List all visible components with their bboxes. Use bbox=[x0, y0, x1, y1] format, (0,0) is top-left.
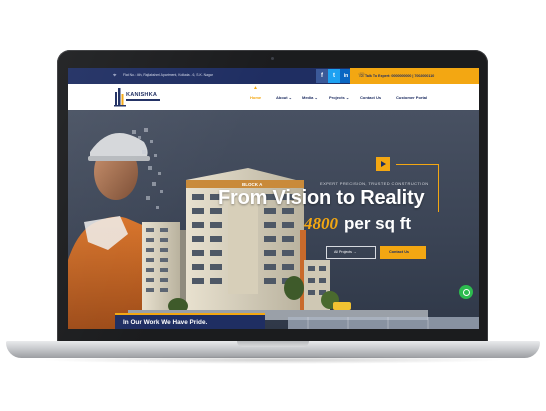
facebook-icon[interactable]: f bbox=[316, 69, 328, 83]
whatsapp-icon[interactable] bbox=[459, 285, 473, 299]
nav-about[interactable]: About ⌄ bbox=[276, 95, 292, 100]
hero-tagline: EXPERT PRECISION, TRUSTED CONSTRUCTION bbox=[320, 181, 429, 186]
hero-title: From Vision to Reality bbox=[218, 187, 425, 209]
nav-contact-us[interactable]: Contact Us bbox=[360, 95, 381, 100]
kanishka-logo-icon[interactable] bbox=[114, 86, 126, 107]
browser-viewport: ⌖ Flat No.: 4th, Rajlakshmi Apartment, K… bbox=[68, 68, 479, 329]
webcam-icon bbox=[271, 57, 274, 60]
address-text: Flat No.: 4th, Rajlakshmi Apartment, Kol… bbox=[123, 73, 213, 77]
pride-banner: In Our Work We Have Pride. bbox=[115, 313, 265, 329]
nav-media[interactable]: Media ⌄ bbox=[302, 95, 318, 100]
location-pin-icon: ⌖ bbox=[113, 73, 117, 79]
laptop-hinge-notch bbox=[237, 341, 309, 347]
phone-text: Talk To Expert: 0000000000 | 7002000110 bbox=[365, 73, 435, 78]
twitter-icon[interactable]: t bbox=[328, 69, 340, 83]
decorative-line-vertical bbox=[438, 164, 439, 212]
brand-underline bbox=[126, 99, 160, 101]
brand-name[interactable]: KANISHKA bbox=[126, 92, 157, 98]
nav-customer-portal[interactable]: Customer Portal bbox=[396, 95, 427, 100]
contact-us-label: Contact Us bbox=[389, 250, 410, 254]
main-navbar: KANISHKA ▲ Home About ⌄ Media ⌄ Projects… bbox=[68, 84, 479, 110]
price-text: per sq ft bbox=[344, 214, 412, 233]
price-number: 4800 bbox=[304, 214, 338, 233]
hero-background-image: BLOCK A bbox=[68, 128, 479, 329]
laptop-shadow bbox=[40, 356, 506, 364]
nav-projects[interactable]: Projects ⌄ bbox=[329, 95, 349, 100]
all-projects-button[interactable]: All Projects → bbox=[326, 246, 376, 259]
decorative-line-horizontal bbox=[396, 164, 439, 165]
play-video-button[interactable] bbox=[376, 157, 390, 171]
home-marker-icon: ▲ bbox=[253, 85, 258, 91]
phone-box[interactable]: ☏ Talk To Expert: 0000000000 | 700200011… bbox=[350, 68, 479, 84]
contact-us-button[interactable]: Contact Us bbox=[380, 246, 426, 259]
nav-home[interactable]: Home bbox=[250, 95, 261, 100]
hero-section: BLOCK A EXPERT PRECISION, TRUSTED CONSTR… bbox=[68, 110, 479, 329]
all-projects-label: All Projects → bbox=[334, 250, 357, 254]
top-info-bar: ⌖ Flat No.: 4th, Rajlakshmi Apartment, K… bbox=[68, 68, 479, 84]
pride-text: In Our Work We Have Pride. bbox=[123, 319, 208, 326]
